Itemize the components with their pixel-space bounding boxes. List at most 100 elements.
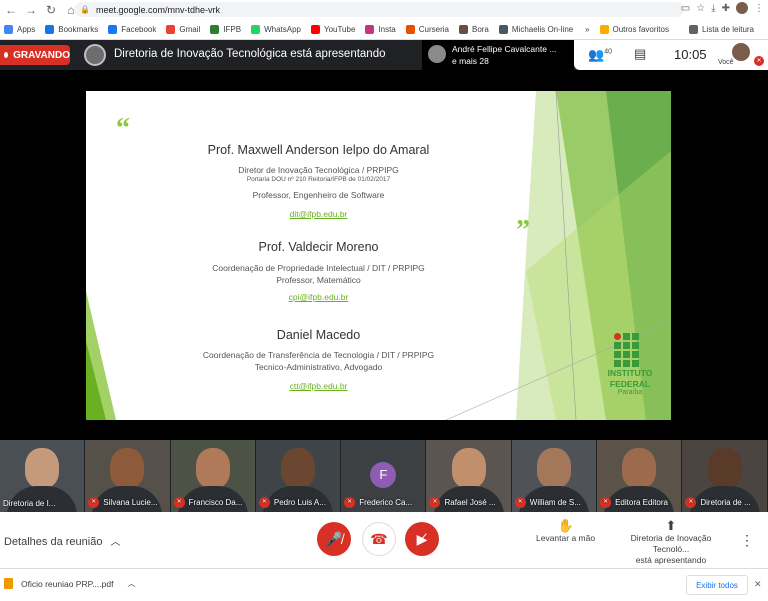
download-item[interactable]: Oficio reuniao PRP....pdf ︿ bbox=[4, 578, 135, 589]
person-3-title: Tecnico-Administrativo, Advogado bbox=[254, 362, 383, 372]
raise-hand-button[interactable]: ✋ Levantar a mão bbox=[536, 519, 595, 544]
show-all-downloads-button[interactable]: Exibir todos bbox=[686, 575, 748, 595]
bookmark-item[interactable]: YouTube bbox=[310, 25, 355, 34]
presentation-slide: “ ” Prof. Maxwell Anderson Ielpo do Amar… bbox=[86, 91, 671, 420]
browser-chrome: ← → ↻ ⌂ 🔒 meet.google.com/mnv-tdhe-vrk ▭… bbox=[0, 0, 768, 40]
participant-tile[interactable]: ✕ Francisco Da... bbox=[170, 440, 256, 512]
person-1-role: Diretor de Inovação Tecnológica / PRPIPG bbox=[238, 165, 399, 175]
close-icon[interactable]: ✕ bbox=[754, 579, 762, 590]
cast-icon[interactable]: ▭ bbox=[681, 3, 690, 14]
participant-caption: ✕ Frederico Ca... bbox=[344, 497, 422, 508]
bookmark-item[interactable]: Insta bbox=[365, 25, 396, 34]
mic-off-icon: ✕ bbox=[754, 56, 764, 66]
address-bar[interactable]: 🔒 meet.google.com/mnv-tdhe-vrk bbox=[74, 2, 684, 17]
participant-video bbox=[536, 448, 571, 488]
bookmark-item[interactable]: Bora bbox=[458, 25, 489, 34]
extensions-icon[interactable]: ✚ bbox=[722, 3, 730, 14]
participant-caption: ✕ Diretoria de ... bbox=[685, 497, 763, 508]
logo-line-1: INSTITUTO bbox=[607, 368, 653, 378]
participant-tile[interactable]: ✕ Diretoria de ... bbox=[682, 440, 768, 512]
mic-toggle-button[interactable]: 🎤̸ bbox=[317, 522, 351, 556]
chevron-up-icon[interactable]: ︿ bbox=[127, 578, 135, 589]
participant-name: Silvana Lucie... bbox=[103, 498, 158, 507]
address-row: ← → ↻ ⌂ 🔒 meet.google.com/mnv-tdhe-vrk ▭… bbox=[0, 0, 768, 20]
reload-icon[interactable]: ↻ bbox=[42, 1, 60, 19]
bookmarks-more-icon[interactable]: » bbox=[585, 25, 589, 34]
bookmark-icon bbox=[251, 25, 261, 34]
participant-video bbox=[622, 448, 657, 488]
participant-tile[interactable]: ✕ Pedro Luis A... bbox=[255, 440, 342, 512]
person-block-3: Daniel Macedo Coordenação de Transferênc… bbox=[136, 328, 501, 391]
participant-video bbox=[451, 448, 486, 488]
participant-tile[interactable]: Diretoria de I... bbox=[0, 440, 86, 512]
reading-list[interactable]: Lista de leitura bbox=[688, 25, 754, 34]
participant-tile[interactable]: ✕ Editora Editora bbox=[597, 440, 683, 512]
bookmark-icon bbox=[458, 25, 468, 34]
chat-icon[interactable]: ▤ bbox=[634, 46, 646, 62]
person-1-email[interactable]: dit@ifpb.edu.br bbox=[136, 209, 501, 219]
person-2-email[interactable]: cpi@ifpb.edu.br bbox=[136, 292, 501, 302]
active-speaker-tile[interactable]: André Fellipe Cavalcante ... e mais 28 bbox=[422, 40, 574, 70]
star-icon[interactable]: ☆ bbox=[696, 3, 705, 14]
meeting-controls: Detalhes da reunião ︿ 🎤̸ ☎ ▶̸ ✋ Levantar … bbox=[0, 512, 768, 568]
person-2-role: Coordenação de Propriedade Intelectual /… bbox=[212, 263, 425, 273]
participant-tile[interactable]: F ✕ Frederico Ca... bbox=[341, 440, 427, 512]
bookmark-item[interactable]: IFPB bbox=[210, 25, 241, 34]
bookmark-icon bbox=[4, 25, 13, 34]
bookmark-item[interactable]: WhatsApp bbox=[251, 25, 301, 34]
participant-name: Diretoria de I... bbox=[3, 499, 56, 508]
participant-name: William de S... bbox=[529, 498, 581, 507]
participant-strip: Diretoria de I... ✕ Silvana Lucie... ✕ Franc… bbox=[0, 440, 768, 512]
bookmark-icon bbox=[310, 25, 320, 34]
participant-caption: ✕ Silvana Lucie... bbox=[88, 497, 166, 508]
person-block-2: Prof. Valdecir Moreno Coordenação de Pro… bbox=[136, 240, 501, 302]
participant-video bbox=[195, 448, 230, 488]
camera-toggle-button[interactable]: ▶̸ bbox=[405, 522, 439, 556]
participant-caption: ✕ Editora Editora bbox=[600, 497, 678, 508]
presenting-status-button[interactable]: ⬆ Diretoria de Inovação Tecnoló... está … bbox=[612, 518, 730, 566]
meeting-details-button[interactable]: Detalhes da reunião ︿ bbox=[4, 533, 120, 548]
speaker-name: André Fellipe Cavalcante ... bbox=[452, 44, 557, 54]
bookmark-item[interactable]: Bookmarks bbox=[45, 25, 98, 34]
bookmark-icon bbox=[166, 25, 176, 34]
back-icon[interactable]: ← bbox=[2, 1, 20, 19]
speaker-more: e mais 28 bbox=[452, 56, 489, 66]
ifpb-logo: INSTITUTO FEDERAL Paraíba bbox=[600, 333, 660, 396]
bookmark-icon bbox=[108, 25, 118, 34]
leave-call-button[interactable]: ☎ bbox=[362, 522, 396, 556]
pdf-file-icon bbox=[4, 578, 13, 589]
meeting-clock: 10:05 bbox=[674, 47, 707, 62]
other-favorites[interactable]: Outros favoritos bbox=[599, 25, 669, 34]
participant-caption: Diretoria de I... bbox=[3, 499, 81, 508]
bookmark-icon bbox=[365, 25, 375, 34]
ifpb-logo-grid bbox=[614, 333, 660, 367]
participant-video bbox=[707, 448, 742, 488]
forward-icon[interactable]: → bbox=[22, 1, 40, 19]
people-button[interactable]: 👥40 bbox=[588, 47, 612, 63]
self-avatar[interactable] bbox=[732, 43, 750, 61]
participant-tile[interactable]: ✕ Rafael José ... bbox=[426, 440, 512, 512]
present-icon: ⬆ bbox=[665, 518, 677, 533]
profile-avatar[interactable] bbox=[736, 2, 748, 14]
participant-name: Pedro Luis A... bbox=[273, 498, 326, 507]
participant-tile[interactable]: ✕ William de S... bbox=[511, 440, 598, 512]
bookmark-item[interactable]: Curseria bbox=[405, 25, 449, 34]
person-3-email[interactable]: ctt@ifpb.edu.br bbox=[136, 381, 501, 391]
mic-off-icon: ✕ bbox=[173, 497, 185, 508]
participant-name: Frederico Ca... bbox=[359, 498, 413, 507]
bookmark-item[interactable]: Apps bbox=[4, 25, 35, 34]
presenting-title: Diretoria de Inovação Tecnológica está a… bbox=[114, 48, 386, 60]
participant-caption: ✕ William de S... bbox=[514, 497, 593, 508]
presentation-stage: “ ” Prof. Maxwell Anderson Ielpo do Amar… bbox=[0, 70, 768, 440]
more-options-icon[interactable]: ⋮ bbox=[740, 532, 754, 549]
download-icon[interactable]: ⤓ bbox=[711, 3, 715, 14]
person-2-title: Professor, Matemático bbox=[276, 275, 361, 285]
person-1-title: Professor, Engenheiro de Software bbox=[252, 190, 385, 200]
participant-tile[interactable]: ✕ Silvana Lucie... bbox=[85, 440, 171, 512]
bookmark-item[interactable]: Facebook bbox=[108, 25, 156, 34]
bookmark-icon bbox=[45, 25, 55, 34]
bookmark-item[interactable]: Gmail bbox=[166, 25, 200, 34]
bookmark-item[interactable]: Michaelis On-line bbox=[498, 25, 573, 34]
participant-caption: ✕ Rafael José ... bbox=[429, 497, 507, 508]
browser-menu-icon[interactable]: ⋮ bbox=[754, 3, 764, 14]
